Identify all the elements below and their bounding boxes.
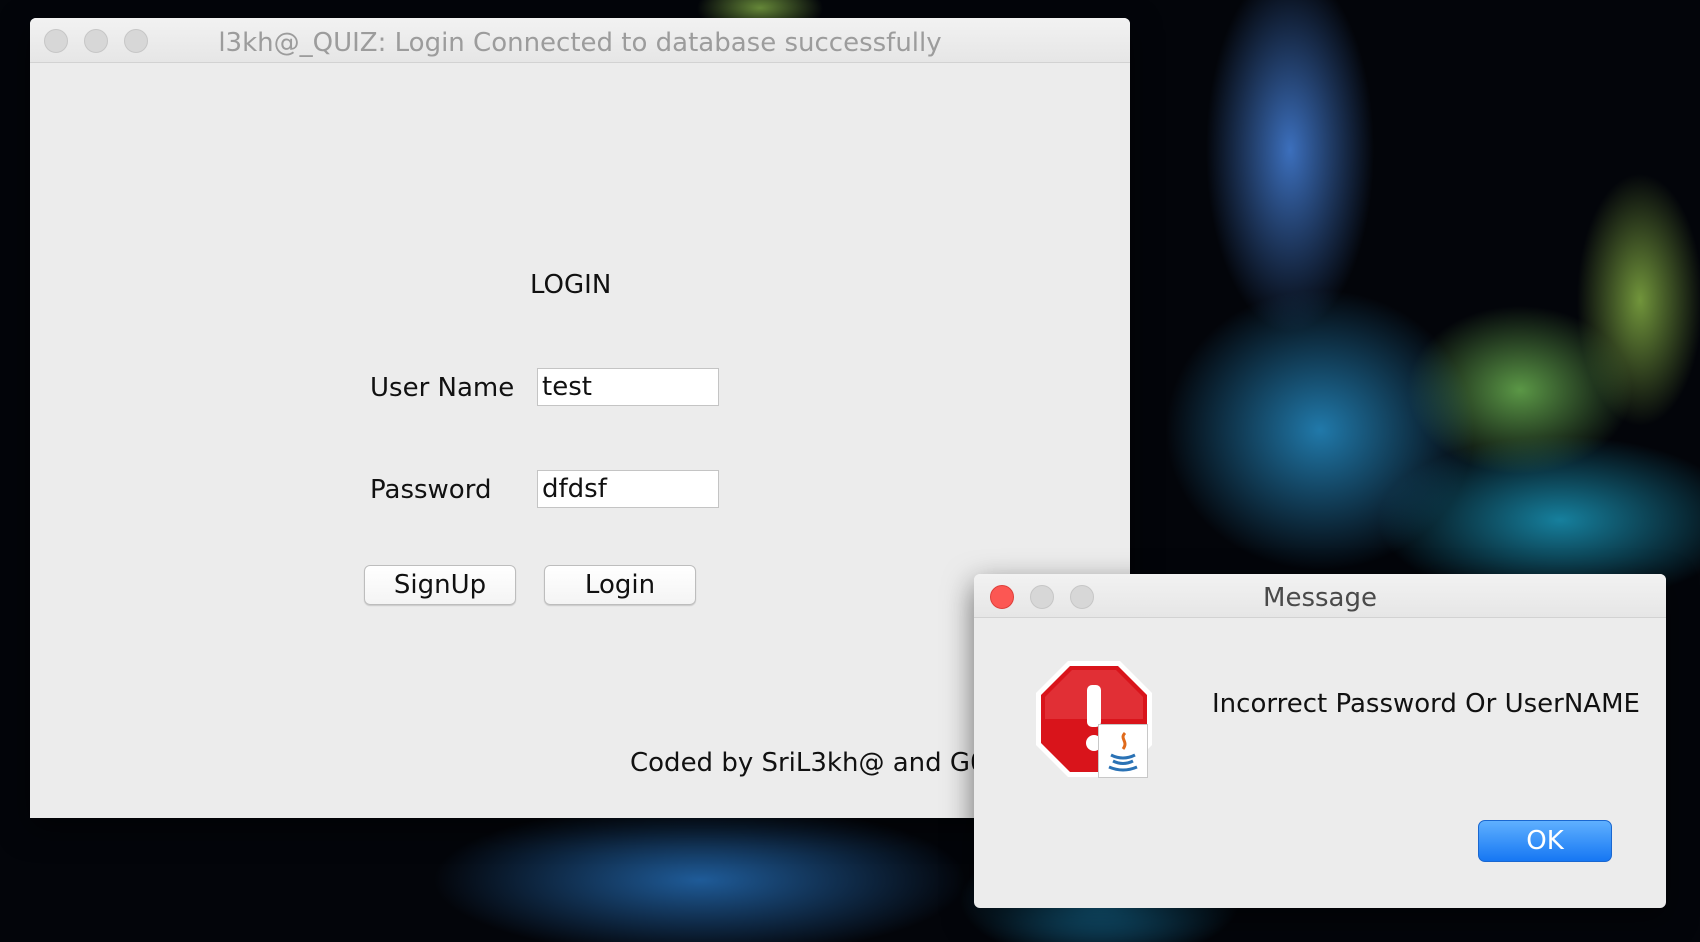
- dialog-title: Message: [1263, 583, 1377, 613]
- username-label: User Name: [370, 373, 515, 403]
- password-label: Password: [370, 475, 492, 505]
- login-window: l3kh@_QUIZ: Login Connected to database …: [30, 18, 1130, 818]
- window-title: l3kh@_QUIZ: Login Connected to database …: [218, 28, 942, 58]
- username-field[interactable]: test: [537, 368, 719, 406]
- error-message: Incorrect Password Or UserNAME: [1212, 689, 1640, 719]
- java-badge-icon: [1098, 724, 1148, 778]
- message-dialog: Message Incorrect Password Or UserNAME O…: [974, 574, 1666, 908]
- login-heading: LOGIN: [530, 270, 612, 300]
- login-button[interactable]: Login: [544, 565, 696, 605]
- password-field[interactable]: dfdsf: [537, 470, 719, 508]
- login-window-titlebar[interactable]: l3kh@_QUIZ: Login Connected to database …: [30, 18, 1130, 63]
- footer-credits: Coded by SriL3kh@ and G0v: [630, 748, 1002, 778]
- signup-button[interactable]: SignUp: [364, 565, 516, 605]
- ok-button[interactable]: OK: [1478, 820, 1612, 862]
- dialog-titlebar[interactable]: Message: [974, 574, 1666, 618]
